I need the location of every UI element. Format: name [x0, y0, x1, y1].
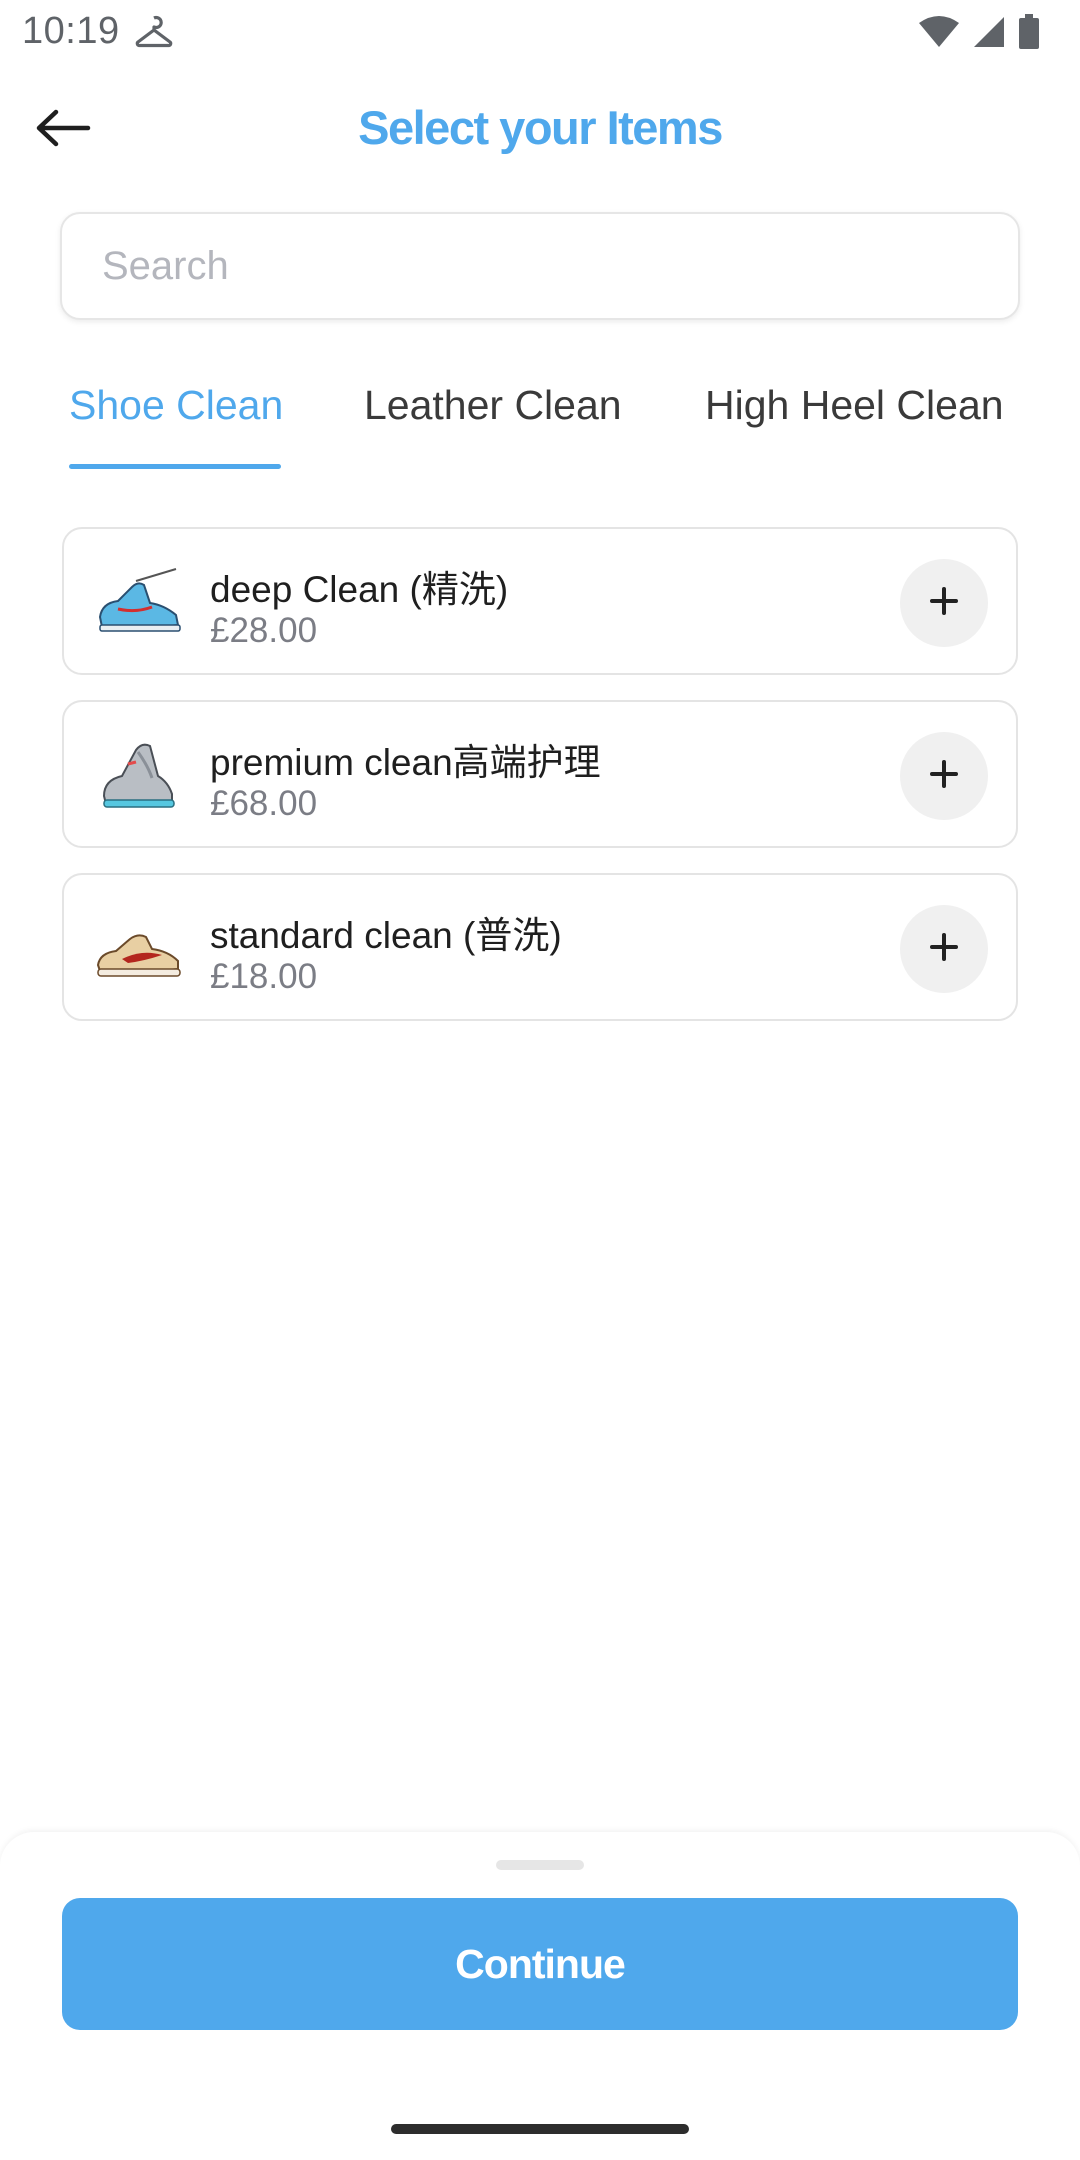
add-item-button[interactable] [900, 732, 988, 820]
screen: 10:19 Select your Items Search Shoe Clea… [0, 0, 1080, 2160]
hanger-icon [134, 14, 174, 50]
search-input[interactable] [62, 214, 1018, 318]
status-bar: 10:19 [0, 0, 1080, 66]
tab-leather-clean[interactable]: Leather Clean [364, 382, 622, 429]
add-item-button[interactable] [900, 559, 988, 647]
item-price: £68.00 [210, 784, 318, 823]
tab-high-heel-clean[interactable]: High Heel Clean [705, 382, 1004, 429]
tab-shoe-clean[interactable]: Shoe Clean [69, 382, 283, 429]
category-tabs: Shoe Clean Leather Clean High Heel Clean [0, 370, 1080, 470]
home-indicator[interactable] [391, 2124, 689, 2134]
plus-icon [929, 586, 959, 621]
search-box [60, 212, 1020, 320]
active-tab-indicator [69, 464, 281, 469]
item-price: £18.00 [210, 957, 318, 996]
item-price: £28.00 [210, 611, 318, 650]
item-name: deep Clean (精洗) [210, 569, 509, 610]
status-time: 10:19 [22, 10, 120, 52]
wifi-icon [918, 15, 960, 49]
item-name: standard clean (普洗) [210, 915, 562, 956]
item-name: premium clean高端护理 [210, 742, 601, 783]
status-icons [918, 14, 1040, 50]
list-item: premium clean高端护理 £68.00 [62, 700, 1018, 848]
page-title: Select your Items [358, 101, 723, 154]
sneaker-tan-icon [92, 909, 184, 989]
bottom-sheet: Continue [0, 1832, 1080, 2160]
list-item: standard clean (普洗) £18.00 [62, 873, 1018, 1021]
sneaker-blue-icon [92, 563, 184, 643]
plus-icon [929, 759, 959, 794]
plus-icon [929, 932, 959, 967]
add-item-button[interactable] [900, 905, 988, 993]
battery-icon [1018, 14, 1040, 50]
cellular-signal-icon [972, 15, 1006, 49]
continue-button[interactable]: Continue [62, 1898, 1018, 2030]
sneaker-grey-icon [92, 736, 184, 816]
sheet-drag-handle[interactable] [496, 1860, 584, 1870]
list-item: deep Clean (精洗) £28.00 [62, 527, 1018, 675]
